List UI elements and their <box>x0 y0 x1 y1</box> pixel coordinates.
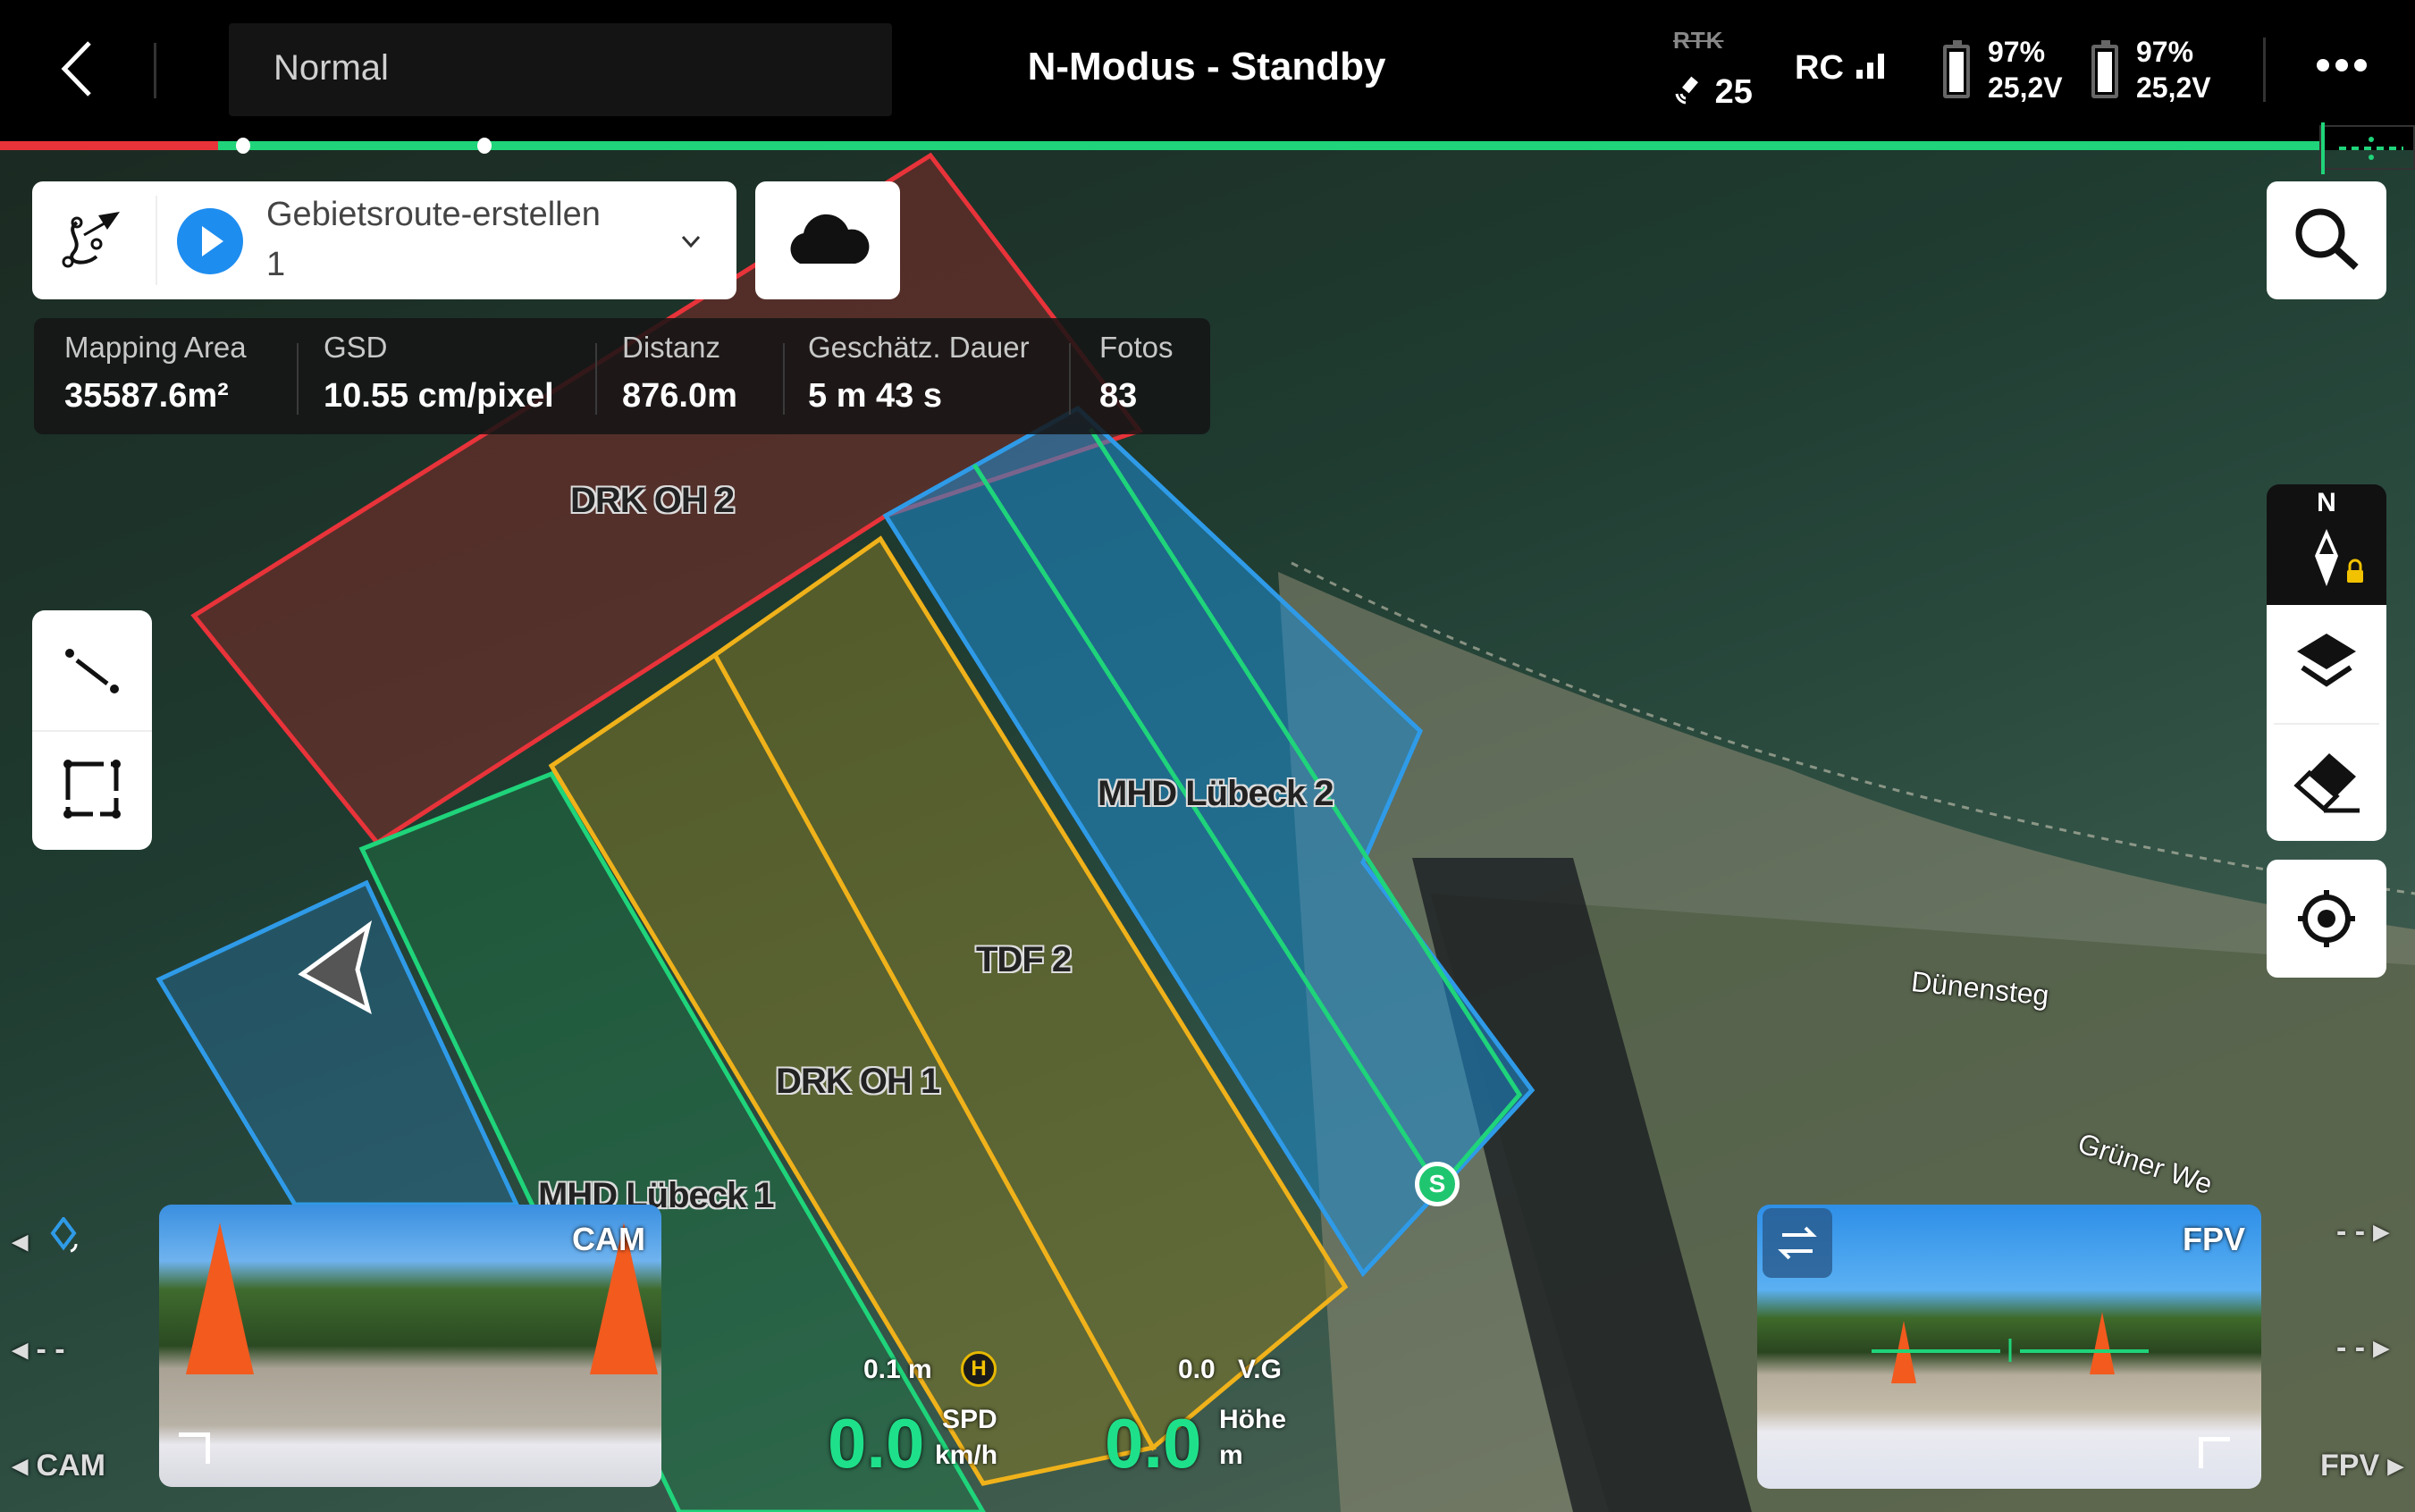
cloud-icon <box>790 214 870 264</box>
speed-value: 0.0 <box>828 1404 925 1483</box>
traffic-cone <box>186 1222 254 1374</box>
swap-icon <box>1778 1226 1817 1260</box>
battery-icon <box>1943 40 1970 98</box>
area-label-drk-oh-1: DRK OH 1 <box>776 1062 940 1101</box>
area-measure-button[interactable] <box>32 730 152 850</box>
arrow-left-icon: ◂ <box>13 1449 29 1483</box>
route-name: Gebietsroute-erstellen <box>266 196 601 233</box>
height-above-home: 0.1 m <box>863 1355 932 1384</box>
rc-signal[interactable]: RC <box>1795 49 1889 88</box>
speed-label: SPD <box>942 1405 997 1434</box>
progress-marker[interactable] <box>236 138 250 154</box>
back-button[interactable] <box>55 38 100 100</box>
home-point-icon: H <box>961 1351 997 1387</box>
stat-distance: Distanz 876.0m <box>622 331 737 415</box>
area-label-mhd-luebeck-2: MHD Lübeck 2 <box>1098 774 1334 813</box>
altitude-value: 0.0 <box>1105 1404 1202 1483</box>
arrow-left-icon: ◂ <box>13 1332 29 1366</box>
stat-gsd: GSD 10.55 cm/pixel <box>324 331 554 415</box>
speed-unit: km/h <box>935 1441 998 1470</box>
swap-view-button[interactable] <box>1763 1208 1832 1278</box>
stat-photos: Fotos 83 <box>1099 331 1174 415</box>
battery-2-percent: 97% <box>2136 36 2194 68</box>
map-tools <box>2267 605 2386 841</box>
more-menu-button[interactable] <box>2317 59 2367 80</box>
cloud-sync-button[interactable] <box>755 181 900 299</box>
compass-icon <box>2315 529 2363 586</box>
cam-switch[interactable]: ◂ CAM <box>13 1448 105 1483</box>
mode-dropdown[interactable]: Normal <box>229 23 892 116</box>
gimbal-diamond-icon <box>50 1215 78 1253</box>
fpv-label: FPV <box>2183 1221 2246 1257</box>
clear-eraser-button[interactable] <box>2267 723 2386 841</box>
mission-stats-panel: Mapping Area 35587.6m² GSD 10.55 cm/pixel … <box>34 318 1210 434</box>
drawing-tools <box>32 610 152 850</box>
area-label-tdf-2: TDF 2 <box>976 940 1072 979</box>
area-label-drk-oh-2: DRK OH 2 <box>570 481 735 520</box>
route-card[interactable]: Gebietsroute-erstellen 1 <box>32 181 736 299</box>
rc-label: RC <box>1795 49 1844 87</box>
corner-bracket <box>179 1432 210 1464</box>
search-button[interactable] <box>2267 181 2386 299</box>
right-distance-indicator-2[interactable]: - - ▸ <box>2336 1330 2389 1365</box>
satellite-icon <box>1675 76 1698 105</box>
arrow-right-icon: ▸ <box>2373 1214 2389 1248</box>
satellite-count: 25 <box>1714 73 1753 111</box>
progress-end-indicator <box>2319 122 2415 174</box>
locate-aircraft-button[interactable] <box>2267 860 2386 978</box>
chevron-down-icon[interactable] <box>677 228 704 255</box>
fpv-switch[interactable]: FPV ▸ <box>2320 1448 2403 1483</box>
area-measure-icon <box>63 760 121 819</box>
stat-estimated-duration: Geschätz. Dauer 5 m 43 s <box>808 331 1030 415</box>
altitude-unit: m <box>1219 1441 1243 1470</box>
search-icon <box>2295 208 2359 270</box>
camera-preview[interactable]: CAM <box>159 1205 661 1487</box>
vertical-speed-value: 0.0 <box>1178 1355 1216 1384</box>
line-measure-button[interactable] <box>32 610 152 730</box>
divider <box>156 196 157 285</box>
signal-bars-icon <box>1856 54 1885 79</box>
battery-1-voltage: 25,2V <box>1988 71 2063 104</box>
mission-progress-bar <box>0 138 2324 154</box>
progress-marker[interactable] <box>477 138 492 154</box>
divider <box>2263 38 2266 102</box>
play-mission-button[interactable] <box>177 208 243 274</box>
corner-bracket <box>2199 1437 2230 1468</box>
route-number: 1 <box>266 246 286 283</box>
flight-status-title: N-Modus - Standby <box>1027 45 1386 88</box>
start-point-marker[interactable]: S <box>1415 1162 1460 1206</box>
arrow-left-icon: ◂ <box>13 1224 29 1258</box>
battery-2-voltage: 25,2V <box>2136 71 2211 104</box>
north-lock-button[interactable]: N <box>2267 484 2386 605</box>
distance-indicator[interactable]: ◂ - - <box>13 1331 65 1367</box>
locate-icon <box>2298 890 2355 947</box>
divider <box>154 43 156 98</box>
map-layers-button[interactable] <box>2267 605 2386 723</box>
line-measure-icon <box>65 649 119 693</box>
stat-mapping-area: Mapping Area 35587.6m² <box>64 331 247 415</box>
gnss-status[interactable]: 25 <box>1673 73 1753 112</box>
battery-icon <box>2091 40 2118 98</box>
camera-label: CAM <box>572 1221 645 1257</box>
fpv-preview[interactable]: FPV <box>1757 1205 2261 1489</box>
mode-label: Normal <box>273 48 389 88</box>
arrow-right-icon: ▸ <box>2387 1449 2403 1483</box>
route-icon <box>62 212 120 268</box>
arrow-right-icon: ▸ <box>2373 1331 2389 1365</box>
obstacle-indicator[interactable]: ◂ <box>13 1215 90 1262</box>
battery-1-percent: 97% <box>1988 36 2046 68</box>
eraser-icon <box>2293 753 2360 813</box>
layers-icon <box>2297 634 2356 687</box>
progress-remaining <box>218 141 2324 150</box>
lock-icon <box>2347 570 2363 583</box>
top-bar: Normal N-Modus - Standby RTK 25 RC 97% 2… <box>0 0 2415 139</box>
vertical-speed-label: V.G <box>1238 1355 1282 1384</box>
altitude-label: Höhe <box>1219 1405 1286 1434</box>
rtk-status[interactable]: RTK <box>1673 27 1723 55</box>
right-distance-indicator[interactable]: - - ▸ <box>2336 1214 2389 1249</box>
progress-done <box>0 141 218 150</box>
